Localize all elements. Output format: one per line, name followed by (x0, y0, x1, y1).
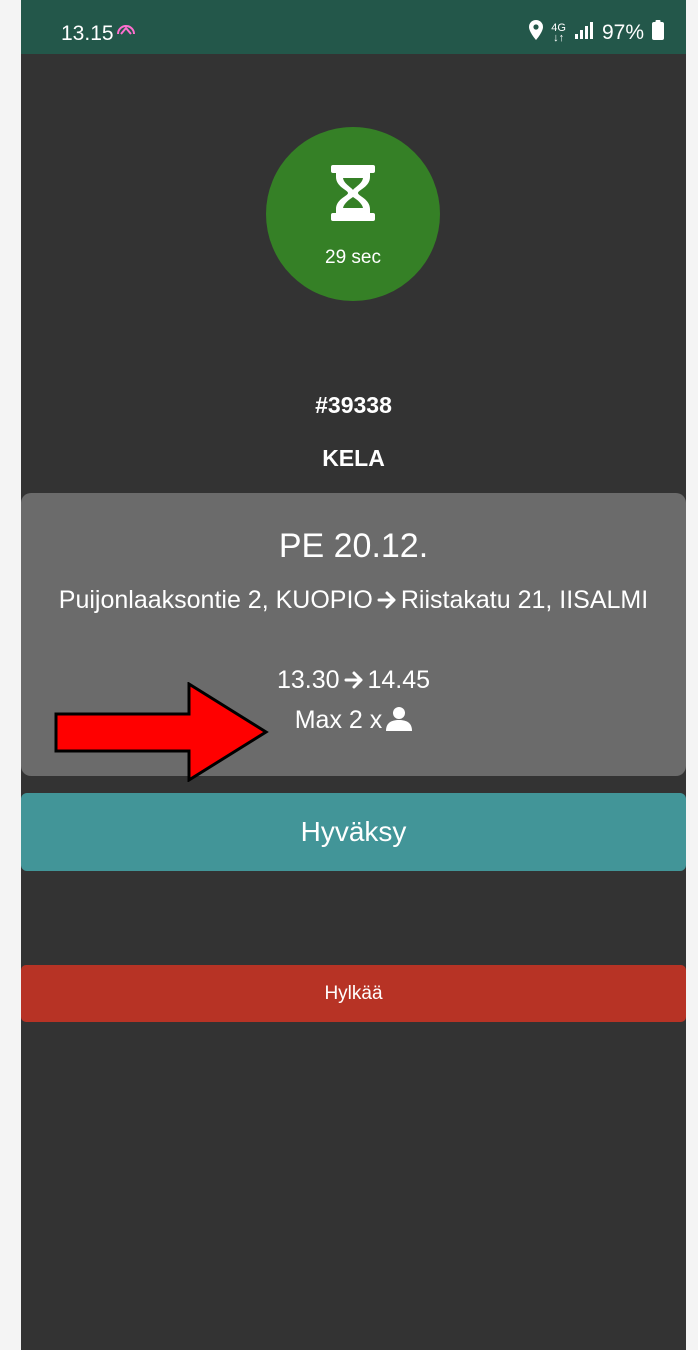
app-notification-icon (116, 20, 136, 43)
red-arrow-icon (54, 682, 269, 782)
status-indicators: 4G ↓↑ 97% (529, 20, 664, 46)
arrive-time: 14.45 (367, 666, 431, 694)
signal-icon (574, 21, 594, 45)
status-bar: 13.15 4G ↓↑ 97% (21, 0, 686, 54)
phone-screen: 13.15 4G ↓↑ 97% 29 sec #39338 KELA PE 20… (21, 0, 686, 1350)
trip-route: Puijonlaaksontie 2, KUOPIO Riistakatu 21,… (31, 581, 676, 622)
reject-button[interactable]: Hylkää (21, 965, 686, 1022)
location-pin-icon (529, 20, 544, 46)
depart-time: 13.30 (276, 666, 340, 694)
arrow-right-icon (344, 668, 364, 697)
countdown-timer: 29 sec (266, 127, 440, 301)
route-to: Riistakatu 21, IISALMI (400, 586, 649, 614)
person-icon (386, 707, 413, 738)
network-activity-arrows: ↓↑ (553, 32, 565, 44)
client-name: KELA (322, 445, 385, 471)
order-id: #39338 (315, 392, 392, 418)
status-time: 13.15 (61, 22, 114, 45)
arrow-right-icon (377, 583, 397, 622)
trip-date: PE 20.12. (278, 527, 429, 565)
network-type: 4G ↓↑ (551, 23, 566, 44)
battery-icon (652, 20, 664, 46)
timer-label: 29 sec (325, 247, 381, 268)
hourglass-icon (331, 165, 375, 226)
accept-button[interactable]: Hyväksy (21, 793, 686, 871)
passenger-label: Max 2 x (294, 706, 383, 734)
route-from: Puijonlaaksontie 2, KUOPIO (58, 586, 373, 614)
battery-percent: 97% (601, 21, 644, 44)
